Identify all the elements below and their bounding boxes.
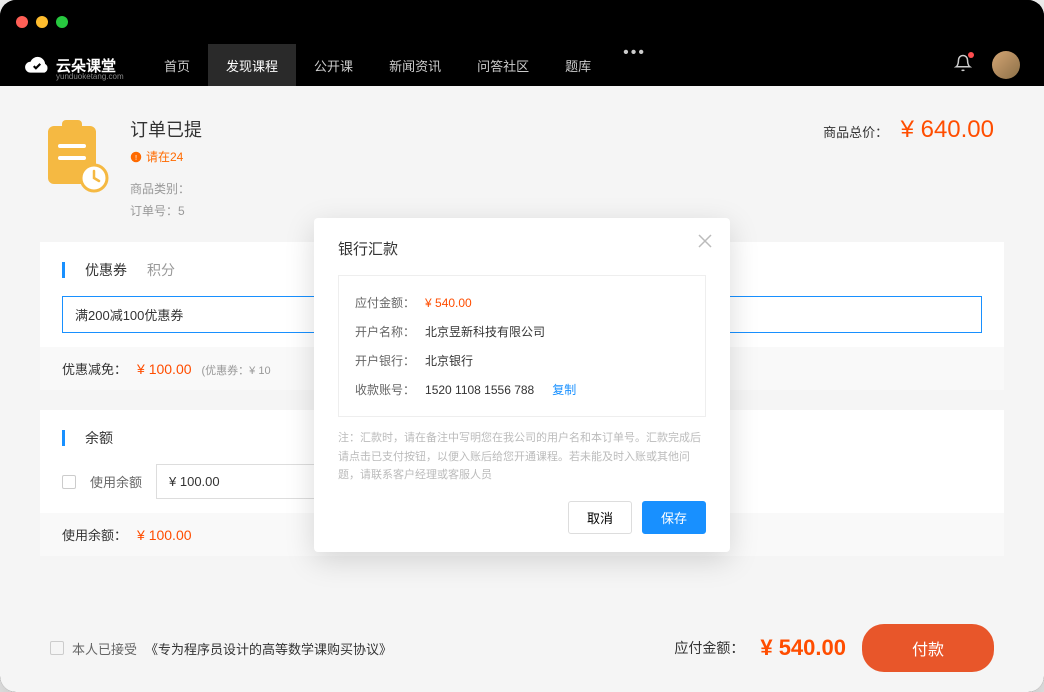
modal-account-no-label: 收款账号： [355,381,415,398]
modal-amount-label: 应付金额： [355,294,415,311]
agree-checkbox[interactable] [50,641,64,655]
nav-public[interactable]: 公开课 [296,44,371,86]
discount-amount: ¥ 100.00 [137,361,192,377]
order-status-title: 订单已提 [130,116,803,142]
section-accent-bar [62,430,65,446]
section-accent-bar [62,262,65,278]
modal-account-name-label: 开户名称： [355,323,415,340]
modal-title: 银行汇款 [338,238,706,259]
discount-note: (优惠券：¥ 10 [202,362,271,378]
modal-bank-value: 北京银行 [425,352,473,369]
info-icon: ! [130,151,142,163]
modal-account-no-value: 1520 1108 1556 788 [425,383,534,397]
cancel-button[interactable]: 取消 [568,501,632,534]
maximize-window-button[interactable] [56,16,68,28]
balance-used-amount: ¥ 100.00 [137,527,192,543]
svg-text:!: ! [135,153,137,162]
discount-label: 优惠减免： [62,359,127,378]
modal-note: 注：汇款时，请在备注中写明您在我公司的用户名和本订单号。汇款完成后请点击已支付按… [338,429,706,485]
nav-more-button[interactable]: ••• [609,44,660,86]
close-icon [698,234,712,248]
checkout-footer: 本人已接受 《专为程序员设计的高等数学课购买协议》 应付金额： ¥ 540.00… [40,604,1004,692]
modal-close-button[interactable] [698,234,712,253]
balance-section-title: 余额 [85,428,113,448]
pay-button[interactable]: 付款 [862,624,994,672]
order-type: 商品类别： [130,179,803,201]
top-navbar: 云朵课堂 yunduoketang.com 首页 发现课程 公开课 新闻资讯 问… [0,44,1044,86]
close-window-button[interactable] [16,16,28,28]
nav-home[interactable]: 首页 [146,44,208,86]
coupon-section-title: 优惠券 [85,260,127,280]
balance-used-label: 使用余额： [62,525,127,544]
window-titlebar [0,0,1044,44]
payable-label: 应付金额： [674,638,744,658]
order-warning: ! 请在24 [130,148,803,165]
modal-bank-label: 开户银行： [355,352,415,369]
nav-qa[interactable]: 问答社区 [459,44,547,86]
modal-account-name-value: 北京昱新科技有限公司 [425,323,545,340]
total-price: ¥ 640.00 [901,116,994,143]
agreement-link[interactable]: 《专为程序员设计的高等数学课购买协议》 [145,639,392,658]
cloud-check-icon [24,52,50,78]
notifications-button[interactable] [954,54,972,77]
user-avatar[interactable] [992,51,1020,79]
nav-exam[interactable]: 题库 [547,44,609,86]
nav-news[interactable]: 新闻资讯 [371,44,459,86]
bank-transfer-modal: 银行汇款 应付金额： ¥ 540.00 开户名称： 北京昱新科技有限公司 开户银… [314,218,730,552]
logo[interactable]: 云朵课堂 yunduoketang.com [24,52,116,78]
logo-subtext: yunduoketang.com [56,72,124,81]
use-balance-label: 使用余额 [90,472,142,491]
agree-prefix: 本人已接受 [72,639,137,658]
notification-badge [968,52,974,58]
clipboard-clock-icon [40,116,110,196]
payable-amount: ¥ 540.00 [760,635,846,661]
page-content: 订单已提 ! 请在24 商品类别： 订单号：5 商品总价： ¥ 640.00 优… [0,86,1044,692]
points-tab[interactable]: 积分 [147,260,175,280]
save-button[interactable]: 保存 [642,501,706,534]
use-balance-checkbox[interactable] [62,475,76,489]
nav-discover[interactable]: 发现课程 [208,44,296,86]
modal-amount-value: ¥ 540.00 [425,296,472,310]
total-label: 商品总价： [823,125,888,140]
minimize-window-button[interactable] [36,16,48,28]
copy-account-button[interactable]: 复制 [552,381,576,398]
